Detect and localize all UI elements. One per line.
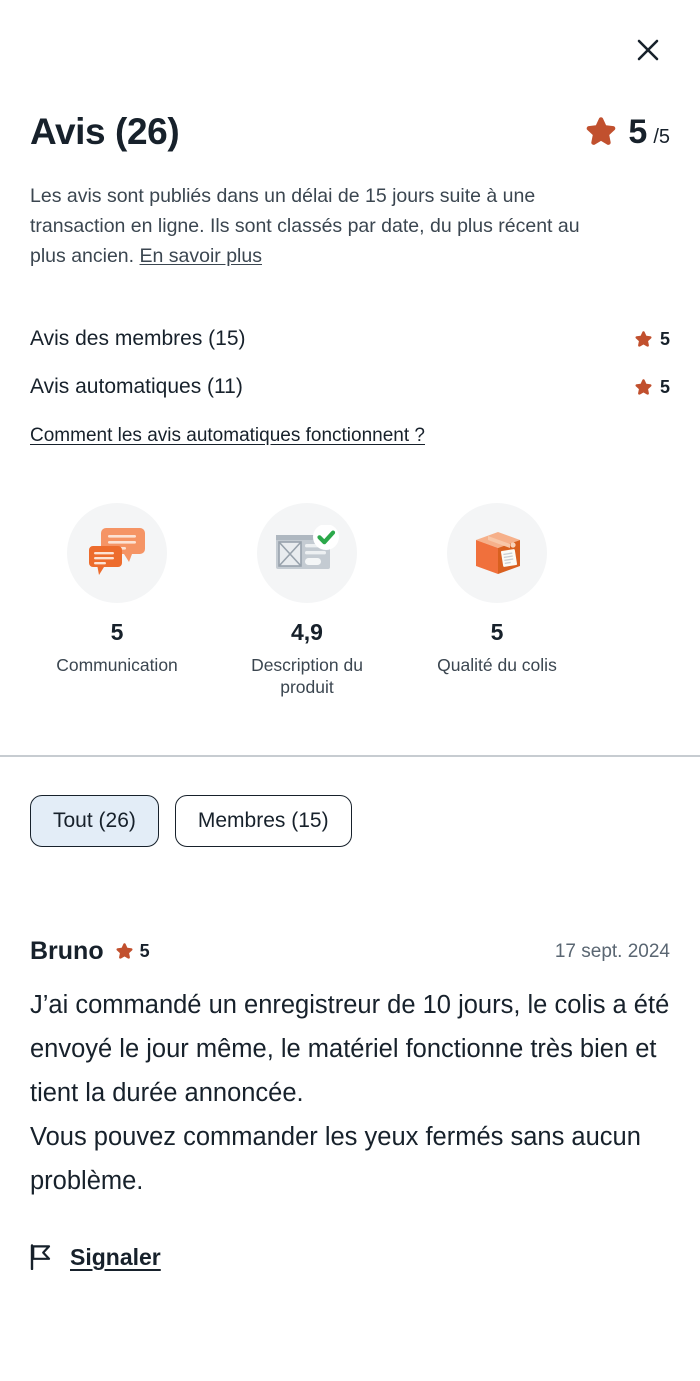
section-divider bbox=[0, 755, 700, 758]
filter-chip-members[interactable]: Membres (15) bbox=[174, 795, 352, 848]
speech-bubbles-icon bbox=[89, 528, 145, 576]
breakdown-label: Avis des membres (15) bbox=[30, 327, 246, 351]
star-icon bbox=[587, 117, 616, 146]
reviews-header: Avis (26) 5 /5 bbox=[0, 111, 700, 153]
filter-chip-all[interactable]: Tout (26) bbox=[30, 795, 159, 848]
report-label: Signaler bbox=[70, 1243, 161, 1270]
learn-more-link[interactable]: En savoir plus bbox=[140, 245, 262, 267]
overall-rating-max: /5 bbox=[653, 126, 670, 149]
report-review-button[interactable]: Signaler bbox=[0, 1244, 700, 1271]
review-date: 17 sept. 2024 bbox=[554, 940, 670, 962]
criterion-communication: 5 Communication bbox=[22, 503, 212, 699]
criterion-icon-wrapper bbox=[257, 503, 357, 604]
review-author-block: Bruno 5 bbox=[30, 937, 150, 966]
review-item: Bruno 5 17 sept. 2024 J’ai commandé un e… bbox=[0, 937, 700, 1203]
product-listing-check-icon bbox=[276, 525, 339, 570]
review-author-name[interactable]: Bruno bbox=[30, 937, 104, 966]
review-rating: 5 bbox=[115, 941, 150, 962]
criterion-score: 5 bbox=[110, 619, 124, 646]
review-header: Bruno 5 17 sept. 2024 bbox=[30, 937, 670, 966]
criterion-label: Communication bbox=[56, 655, 178, 676]
how-automatic-reviews-work-link[interactable]: Comment les avis automatiques fonctionne… bbox=[30, 425, 425, 447]
criterion-score: 5 bbox=[490, 619, 504, 646]
criterion-score: 4,9 bbox=[291, 619, 323, 646]
breakdown-score-value: 5 bbox=[659, 376, 670, 397]
flag-icon bbox=[30, 1244, 51, 1271]
star-icon bbox=[116, 943, 133, 959]
criterion-parcel-quality: 5 Qualité du colis bbox=[402, 503, 592, 699]
breakdown-score: 5 bbox=[634, 329, 670, 350]
breakdown-label: Avis automatiques (11) bbox=[30, 375, 243, 399]
breakdown-score-value: 5 bbox=[659, 328, 670, 349]
modal-topbar bbox=[0, 0, 700, 100]
breakdown-row-member-reviews: Avis des membres (15) 5 bbox=[30, 327, 670, 351]
star-icon bbox=[635, 379, 652, 395]
review-paragraph: J’ai commandé un enregistreur de 10 jour… bbox=[30, 991, 670, 1107]
overall-rating-value: 5 bbox=[628, 113, 648, 152]
close-icon bbox=[637, 39, 659, 61]
criterion-label: Qualité du colis bbox=[437, 655, 557, 676]
review-paragraph: Vous pouvez commander les yeux fermés sa… bbox=[30, 1122, 641, 1195]
close-button[interactable] bbox=[626, 28, 670, 72]
ratings-breakdown: Avis des membres (15) 5 Avis automatique… bbox=[0, 327, 700, 447]
star-icon bbox=[635, 331, 652, 347]
breakdown-row-automatic-reviews: Avis automatiques (11) 5 bbox=[30, 375, 670, 399]
overall-rating: 5 /5 bbox=[584, 115, 670, 149]
criteria-ratings: 5 Communication 4,9 Description du produ… bbox=[0, 503, 700, 699]
review-body: J’ai commandé un enregistreur de 10 jour… bbox=[30, 984, 670, 1203]
criterion-product-description: 4,9 Description du produit bbox=[212, 503, 402, 699]
reviews-modal: Avis (26) 5 /5 Les avis sont publiés dan… bbox=[0, 0, 700, 1381]
reviews-disclaimer: Les avis sont publiés dans un délai de 1… bbox=[0, 181, 650, 272]
review-filters: Tout (26) Membres (15) bbox=[0, 795, 700, 848]
breakdown-score: 5 bbox=[634, 377, 670, 398]
criterion-label: Description du produit bbox=[251, 655, 363, 698]
criterion-icon-wrapper bbox=[447, 503, 547, 604]
disclaimer-text: Les avis sont publiés dans un délai de 1… bbox=[30, 184, 580, 268]
page-title: Avis (26) bbox=[30, 111, 180, 152]
review-rating-value: 5 bbox=[139, 941, 150, 962]
criterion-icon-wrapper bbox=[67, 503, 167, 604]
parcel-box-icon bbox=[476, 532, 520, 575]
